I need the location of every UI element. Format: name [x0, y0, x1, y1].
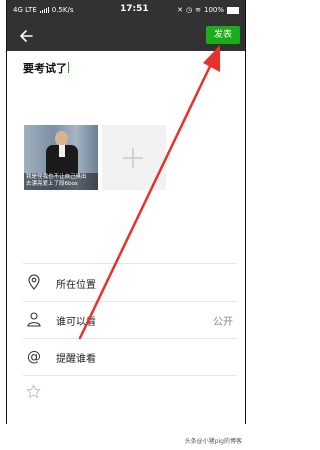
alarm-icon: ◷ [186, 6, 193, 14]
network-label: 4G LTE [13, 6, 37, 14]
speed-label: 0.5K/s [51, 6, 74, 14]
thumbnail-caption: 我是怪我也不让自己臭出 去漂亮爱上了段6box [26, 174, 87, 187]
wifi-icon: ≋ [195, 6, 201, 14]
battery-label: 100% [203, 6, 224, 14]
phone-screen: 4G LTE 0.5K/s 17:51 ✕ ◷ ≋ 100% 发表 要考试了 我… [6, 0, 246, 424]
image-thumbnail[interactable]: 我是怪我也不让自己臭出 去漂亮爱上了段6box [24, 125, 98, 190]
location-icon [28, 274, 40, 290]
visibility-row[interactable]: 谁可以看 公开 [7, 301, 245, 338]
thumbnail-person-head [55, 131, 68, 146]
status-time: 17:51 [120, 4, 149, 14]
back-icon[interactable] [19, 29, 33, 43]
star-icon[interactable] [26, 384, 41, 399]
toolbar: 发表 [7, 20, 245, 51]
signal-icon [39, 7, 49, 13]
mention-label: 提醒谁看 [56, 354, 96, 365]
person-icon [27, 312, 41, 327]
thumbnail-person-shirt [59, 145, 65, 157]
divider [23, 375, 237, 376]
publish-button[interactable]: 发表 [206, 26, 240, 44]
mute-icon: ✕ [177, 6, 183, 14]
status-bar: 4G LTE 0.5K/s 17:51 ✕ ◷ ≋ 100% [7, 0, 245, 20]
post-text: 要考试了 [23, 62, 67, 75]
battery-icon [227, 6, 239, 14]
svg-text:@: @ [27, 349, 41, 364]
status-left: 4G LTE 0.5K/s [13, 6, 73, 14]
at-icon: @ [27, 349, 41, 364]
plus-icon [123, 148, 143, 168]
text-cursor [68, 62, 69, 73]
mention-row[interactable]: @ 提醒谁看 [7, 338, 245, 375]
add-image-button[interactable] [102, 125, 166, 190]
status-right: ✕ ◷ ≋ 100% [177, 6, 239, 14]
visibility-value: 公开 [213, 317, 233, 328]
location-row[interactable]: 所在位置 [7, 264, 245, 301]
location-label: 所在位置 [56, 280, 96, 291]
watermark: 头条@小猪pig的博客 [184, 438, 242, 445]
visibility-label: 谁可以看 [56, 317, 96, 328]
post-text-input[interactable]: 要考试了 [23, 60, 69, 76]
